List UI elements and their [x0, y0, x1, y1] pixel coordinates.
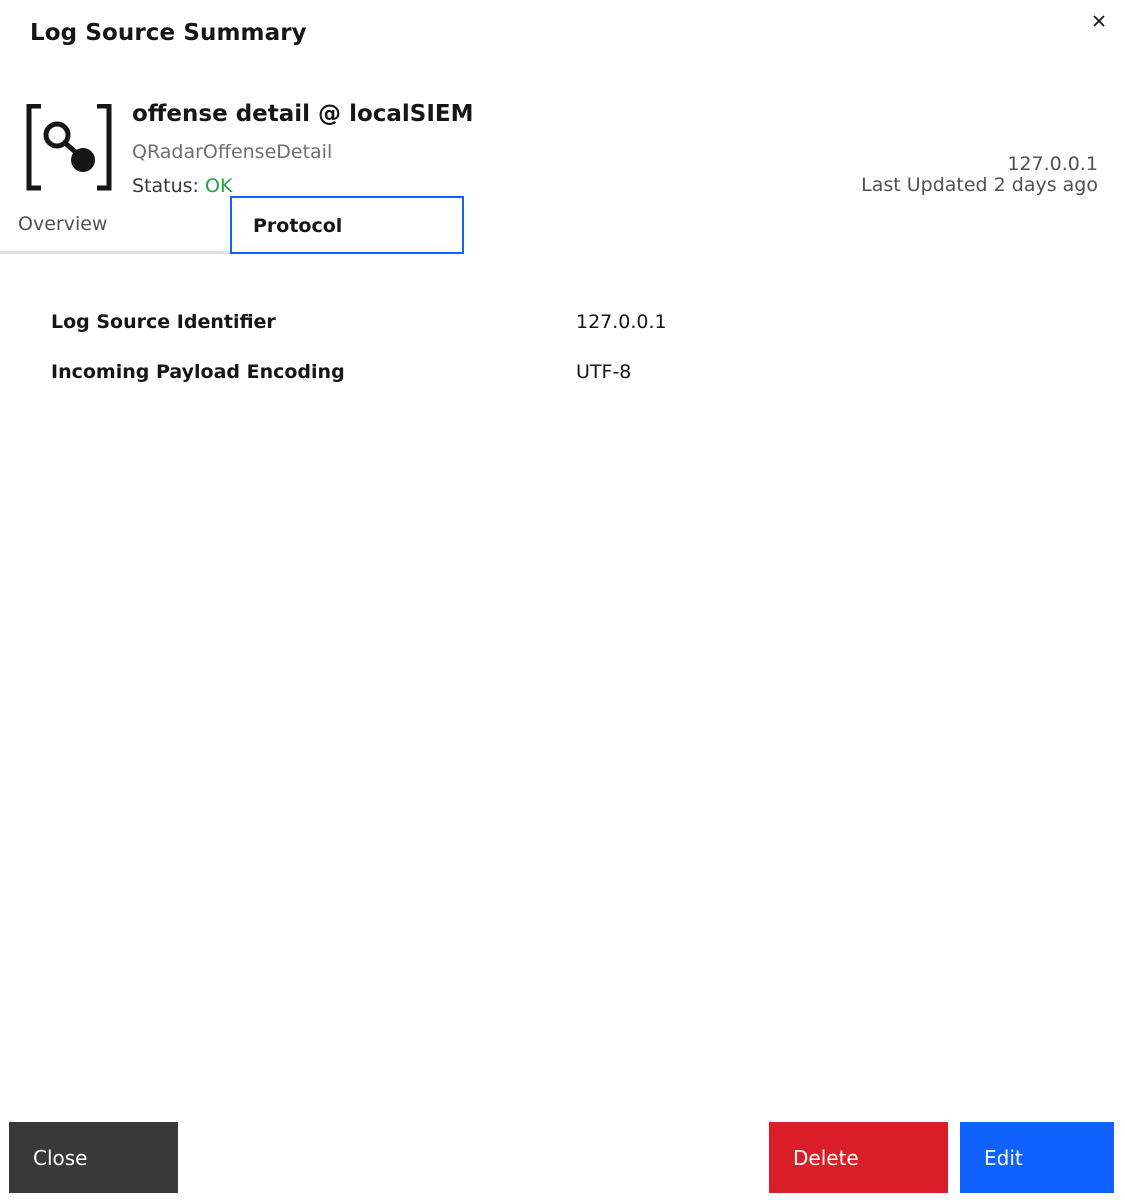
detail-label: Incoming Payload Encoding — [51, 361, 345, 383]
detail-row: Incoming Payload Encoding UTF-8 — [51, 358, 1051, 408]
detail-value: 127.0.0.1 — [576, 311, 667, 333]
tab-bar: Overview Protocol — [0, 196, 1125, 256]
status-value: OK — [205, 175, 233, 197]
tab-overview[interactable]: Overview — [0, 196, 230, 252]
modal-title: Log Source Summary — [30, 20, 307, 46]
tab-protocol[interactable]: Protocol — [230, 196, 464, 254]
source-ip: 127.0.0.1 — [1007, 153, 1098, 175]
source-type: QRadarOffenseDetail — [132, 141, 333, 163]
detail-row: Log Source Identifier 127.0.0.1 — [51, 308, 1051, 358]
detail-label: Log Source Identifier — [51, 311, 276, 333]
log-source-icon — [26, 103, 114, 192]
protocol-details: Log Source Identifier 127.0.0.1 Incoming… — [51, 308, 1051, 408]
close-icon[interactable] — [1086, 8, 1112, 34]
source-meta: 127.0.0.1 Last Updated 2 days ago — [861, 154, 1098, 196]
status-label: Status: — [132, 175, 199, 197]
close-button[interactable]: Close — [9, 1122, 178, 1193]
detail-value: UTF-8 — [576, 361, 632, 383]
last-updated: Last Updated 2 days ago — [861, 174, 1098, 196]
delete-button[interactable]: Delete — [769, 1122, 948, 1193]
edit-button[interactable]: Edit — [960, 1122, 1114, 1193]
log-source-summary-modal: Log Source Summary offense detail @ loca… — [0, 0, 1125, 1200]
source-name: offense detail @ localSIEM — [132, 101, 474, 127]
